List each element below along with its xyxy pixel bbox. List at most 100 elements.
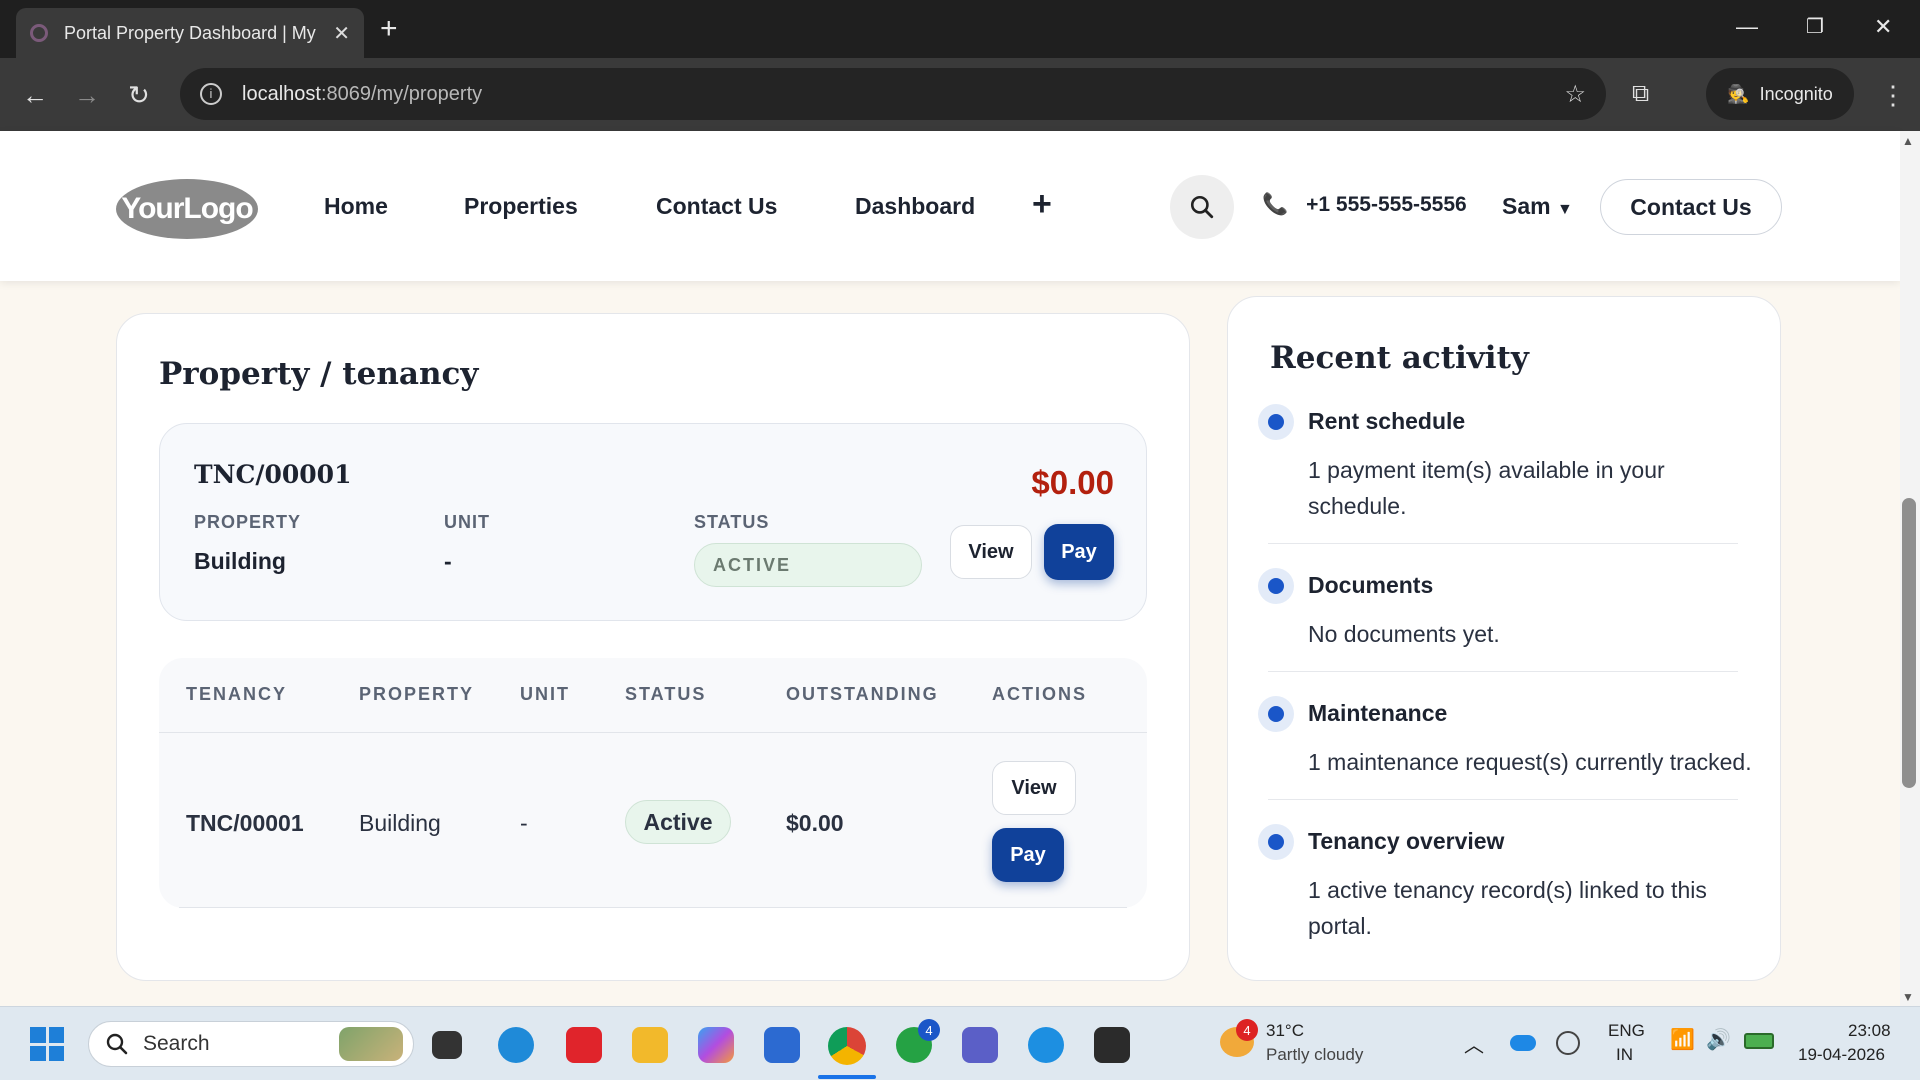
th-unit: UNIT bbox=[520, 684, 570, 704]
nav-contact-us[interactable]: Contact Us bbox=[656, 193, 777, 220]
new-tab-icon[interactable]: + bbox=[380, 12, 398, 46]
search-highlight-icon bbox=[339, 1027, 403, 1061]
incognito-indicator[interactable]: 🕵 Incognito bbox=[1706, 68, 1854, 120]
onedrive-icon[interactable] bbox=[1510, 1035, 1536, 1051]
activity-item-desc: No documents yet. bbox=[1308, 621, 1500, 647]
tab-search-icon[interactable]: ⧉ bbox=[1632, 80, 1649, 108]
whatsapp-badge: 4 bbox=[918, 1019, 940, 1041]
tab-title: Portal Property Dashboard | My bbox=[64, 22, 316, 43]
battery-icon[interactable] bbox=[1744, 1033, 1774, 1049]
terminal-icon[interactable] bbox=[1094, 1027, 1130, 1063]
activity-item-desc: 1 payment item(s) available in your sche… bbox=[1308, 457, 1665, 519]
incognito-label: Incognito bbox=[1759, 83, 1833, 104]
activity-item-title: Maintenance bbox=[1308, 700, 1448, 726]
back-icon[interactable]: ← bbox=[22, 80, 48, 111]
view-button[interactable]: View bbox=[950, 525, 1032, 579]
site-logo[interactable]: YourLogo bbox=[116, 179, 258, 239]
table-bottom-border bbox=[179, 907, 1127, 908]
tenancy-summary: TNC/00001 $0.00 PROPERTY UNIT STATUS Bui… bbox=[159, 423, 1147, 621]
unit-label: UNIT bbox=[444, 512, 490, 532]
table-divider bbox=[159, 732, 1147, 733]
scroll-down-icon[interactable]: ▼ bbox=[1902, 990, 1914, 1004]
activity-item-title: Rent schedule bbox=[1308, 408, 1466, 434]
forward-icon[interactable]: → bbox=[74, 80, 100, 111]
activity-item-desc: 1 active tenancy record(s) linked to thi… bbox=[1308, 877, 1707, 939]
th-status: STATUS bbox=[625, 684, 707, 704]
wifi-icon[interactable]: 📶 bbox=[1670, 1027, 1695, 1052]
volume-icon[interactable]: 🔊 bbox=[1706, 1027, 1731, 1052]
site-header: YourLogo Home Properties Contact Us Dash… bbox=[0, 131, 1900, 281]
region-label[interactable]: IN bbox=[1616, 1045, 1633, 1065]
bookmark-star-icon[interactable]: ☆ bbox=[1564, 80, 1586, 109]
restore-icon[interactable]: ❐ bbox=[1806, 14, 1824, 39]
search-button[interactable] bbox=[1170, 175, 1234, 239]
scrollbar-thumb[interactable] bbox=[1902, 498, 1916, 788]
teams-icon[interactable] bbox=[962, 1027, 998, 1063]
search-icon bbox=[106, 1033, 128, 1055]
clock-date[interactable]: 19-04-2026 bbox=[1798, 1045, 1885, 1065]
contact-us-button[interactable]: Contact Us bbox=[1600, 179, 1782, 235]
phone-icon: 📞 bbox=[1262, 193, 1289, 216]
tenancy-amount: $0.00 bbox=[1031, 464, 1114, 501]
activity-item-title: Documents bbox=[1308, 572, 1434, 598]
minimize-icon[interactable]: — bbox=[1736, 14, 1758, 40]
file-explorer-icon[interactable] bbox=[632, 1027, 668, 1063]
url-host: localhost bbox=[242, 82, 321, 105]
tab-close-icon[interactable]: ✕ bbox=[333, 21, 350, 46]
activity-divider bbox=[1268, 543, 1738, 544]
tenancy-ref: TNC/00001 bbox=[194, 460, 352, 489]
pay-button[interactable]: Pay bbox=[1044, 524, 1114, 580]
copilot-icon[interactable] bbox=[698, 1027, 734, 1063]
tray-chevron-icon[interactable]: ︿ bbox=[1464, 1029, 1484, 1058]
cell-unit: - bbox=[520, 810, 528, 836]
edge-sync-icon[interactable] bbox=[1556, 1031, 1580, 1055]
search-icon bbox=[1190, 195, 1214, 219]
edge-icon[interactable] bbox=[498, 1027, 534, 1063]
tenancy-card-title: Property / tenancy bbox=[159, 356, 479, 392]
weather-text: Partly cloudy bbox=[1266, 1045, 1364, 1064]
user-name: Sam bbox=[1502, 193, 1551, 219]
language-label[interactable]: ENG bbox=[1608, 1021, 1645, 1041]
task-view-icon[interactable] bbox=[432, 1031, 462, 1059]
caret-down-icon: ▼ bbox=[1556, 201, 1573, 218]
taskbar-search-placeholder: Search bbox=[143, 1032, 210, 1055]
docker-icon[interactable] bbox=[1028, 1027, 1064, 1063]
activity-dot-icon bbox=[1258, 696, 1294, 732]
activity-dot-icon bbox=[1258, 824, 1294, 860]
store-icon[interactable] bbox=[764, 1027, 800, 1063]
temperature: 31°C bbox=[1266, 1021, 1304, 1040]
windows-start-icon[interactable] bbox=[30, 1027, 64, 1061]
th-tenancy: TENANCY bbox=[186, 684, 288, 704]
unit-value: - bbox=[444, 548, 452, 574]
phone-link[interactable]: 📞 +1 555-555-5556 bbox=[1262, 193, 1467, 217]
url-path: :8069/my/property bbox=[320, 82, 483, 105]
taskbar-search[interactable]: Search bbox=[88, 1021, 414, 1067]
nav-home[interactable]: Home bbox=[324, 193, 388, 220]
property-value: Building bbox=[194, 548, 286, 574]
property-label: PROPERTY bbox=[194, 512, 302, 532]
activity-divider bbox=[1268, 799, 1738, 800]
reload-icon[interactable]: ↻ bbox=[128, 80, 150, 111]
windows-taskbar: Search 4 4 31°C Partly cloudy ︿ ENG IN 📶… bbox=[0, 1006, 1920, 1080]
address-bar[interactable]: i localhost:8069/my/property ☆ bbox=[180, 68, 1606, 120]
browser-tab[interactable]: Portal Property Dashboard | My ✕ bbox=[16, 8, 364, 58]
status-badge: ACTIVE bbox=[694, 543, 922, 587]
activity-item-title: Tenancy overview bbox=[1308, 828, 1505, 854]
row-pay-button[interactable]: Pay bbox=[992, 828, 1064, 882]
nav-properties[interactable]: Properties bbox=[464, 193, 578, 220]
wps-icon[interactable] bbox=[566, 1027, 602, 1063]
chrome-icon[interactable] bbox=[828, 1027, 866, 1065]
scroll-up-icon[interactable]: ▲ bbox=[1902, 134, 1914, 148]
cell-property: Building bbox=[359, 810, 441, 836]
window-close-icon[interactable]: ✕ bbox=[1874, 14, 1892, 40]
add-icon[interactable]: + bbox=[1032, 185, 1052, 224]
user-menu[interactable]: Sam ▼ bbox=[1502, 193, 1573, 220]
clock-time[interactable]: 23:08 bbox=[1848, 1021, 1891, 1041]
weather-badge: 4 bbox=[1236, 1019, 1258, 1041]
phone-number: +1 555-555-5556 bbox=[1306, 193, 1467, 216]
nav-dashboard[interactable]: Dashboard bbox=[855, 193, 975, 220]
site-info-icon[interactable]: i bbox=[200, 83, 222, 105]
browser-tabbar: Portal Property Dashboard | My ✕ + — ❐ ✕ bbox=[0, 0, 1920, 58]
row-view-button[interactable]: View bbox=[992, 761, 1076, 815]
browser-menu-icon[interactable]: ⋮ bbox=[1880, 80, 1906, 111]
